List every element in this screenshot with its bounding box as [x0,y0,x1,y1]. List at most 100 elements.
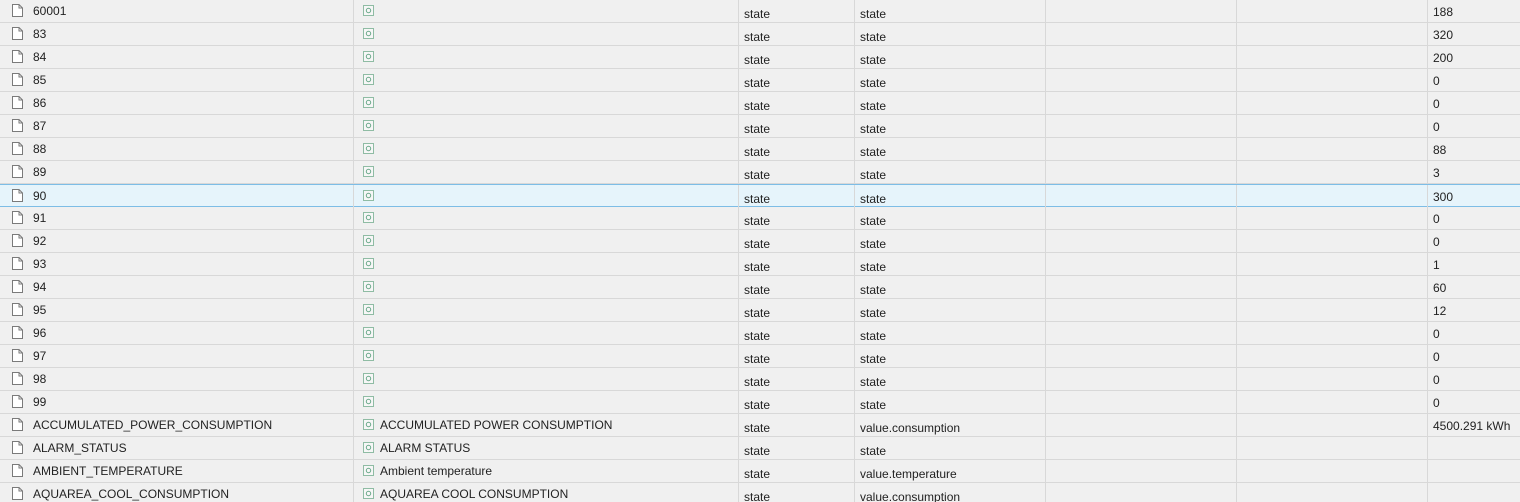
state-icon [363,97,374,108]
id-cell: 93 [0,253,354,275]
state-icon [363,396,374,407]
id-cell: AMBIENT_TEMPERATURE [0,460,354,482]
room-cell [1046,115,1237,137]
role-cell: state [855,161,1046,183]
file-icon [12,487,23,500]
room-cell [1046,276,1237,298]
function-cell [1237,69,1428,91]
room-cell [1046,161,1237,183]
object-id: ACCUMULATED_POWER_CONSUMPTION [33,418,273,432]
file-icon [12,165,23,178]
type-cell: state [739,23,855,45]
state-icon [363,373,374,384]
role-cell: state [855,345,1046,367]
table-row[interactable]: 93 state state 1 [0,253,1520,276]
table-row[interactable]: AMBIENT_TEMPERATURE Ambient temperature … [0,460,1520,483]
table-row[interactable]: 89 state state 3 [0,161,1520,184]
file-icon [12,27,23,40]
table-row[interactable]: 97 state state 0 [0,345,1520,368]
room-cell [1046,345,1237,367]
type-cell: state [739,69,855,91]
table-row[interactable]: 83 state state 320 [0,23,1520,46]
function-cell [1237,161,1428,183]
type-cell: state [739,368,855,390]
name-cell [354,299,739,321]
function-cell [1237,460,1428,482]
id-cell: ALARM_STATUS [0,437,354,459]
type-cell: state [739,185,855,207]
file-icon [12,395,23,408]
state-icon [363,212,374,223]
value-cell [1428,483,1520,502]
table-row[interactable]: 92 state state 0 [0,230,1520,253]
value-cell: 3 [1433,166,1440,180]
table-row[interactable]: 87 state state 0 [0,115,1520,138]
table-row[interactable]: ALARM_STATUS ALARM STATUS state state [0,437,1520,460]
type-cell: state [739,207,855,229]
object-id: 88 [33,142,47,156]
table-row[interactable]: 88 state state 88 [0,138,1520,161]
object-id: 91 [33,211,47,225]
object-id: 86 [33,96,47,110]
type-cell: state [739,299,855,321]
table-row[interactable]: AQUAREA_COOL_CONSUMPTION AQUAREA COOL CO… [0,483,1520,502]
function-cell [1237,185,1428,207]
table-row[interactable]: 99 state state 0 [0,391,1520,414]
role-cell: state [855,368,1046,390]
function-cell [1237,483,1428,502]
object-id: 98 [33,372,47,386]
role-cell: state [855,322,1046,344]
table-row[interactable]: 91 state state 0 [0,207,1520,230]
file-icon [12,119,23,132]
type-cell: state [739,460,855,482]
name-cell [354,345,739,367]
state-icon [363,28,374,39]
value-cell [1428,437,1520,459]
function-cell [1237,138,1428,160]
name-cell [354,161,739,183]
object-table: 60001 state state 188 83 state state 320… [0,0,1520,502]
table-row[interactable]: 84 state state 200 [0,46,1520,69]
name-cell [354,69,739,91]
id-cell: 92 [0,230,354,252]
state-icon [363,5,374,16]
file-icon [12,234,23,247]
table-row[interactable]: 95 state state 12 [0,299,1520,322]
room-cell [1046,92,1237,114]
table-row[interactable]: 60001 state state 188 [0,0,1520,23]
type-cell: state [739,161,855,183]
type-cell: state [739,230,855,252]
id-cell: 97 [0,345,354,367]
table-row[interactable]: 85 state state 0 [0,69,1520,92]
table-row[interactable]: 94 state state 60 [0,276,1520,299]
object-id: 97 [33,349,47,363]
file-icon [12,4,23,17]
id-cell: 94 [0,276,354,298]
table-row[interactable]: 96 state state 0 [0,322,1520,345]
name-cell: Ambient temperature [354,460,739,482]
type-cell: state [739,483,855,502]
table-row[interactable]: 86 state state 0 [0,92,1520,115]
file-icon [12,50,23,63]
object-id: 99 [33,395,47,409]
value-cell: 0 [1433,212,1440,226]
table-row[interactable]: 98 state state 0 [0,368,1520,391]
room-cell [1046,207,1237,229]
state-icon [363,166,374,177]
table-row[interactable]: 90 state state 300 [0,184,1520,207]
object-name: Ambient temperature [380,464,493,478]
object-id: 93 [33,257,47,271]
table-row[interactable]: ACCUMULATED_POWER_CONSUMPTION ACCUMULATE… [0,414,1520,437]
id-cell: ACCUMULATED_POWER_CONSUMPTION [0,414,354,436]
function-cell [1237,230,1428,252]
type-cell: state [739,46,855,68]
name-cell [354,92,739,114]
name-cell [354,391,739,413]
file-icon [12,189,23,202]
file-icon [12,142,23,155]
function-cell [1237,345,1428,367]
id-cell: 96 [0,322,354,344]
id-cell: 86 [0,92,354,114]
file-icon [12,326,23,339]
name-cell [354,46,739,68]
